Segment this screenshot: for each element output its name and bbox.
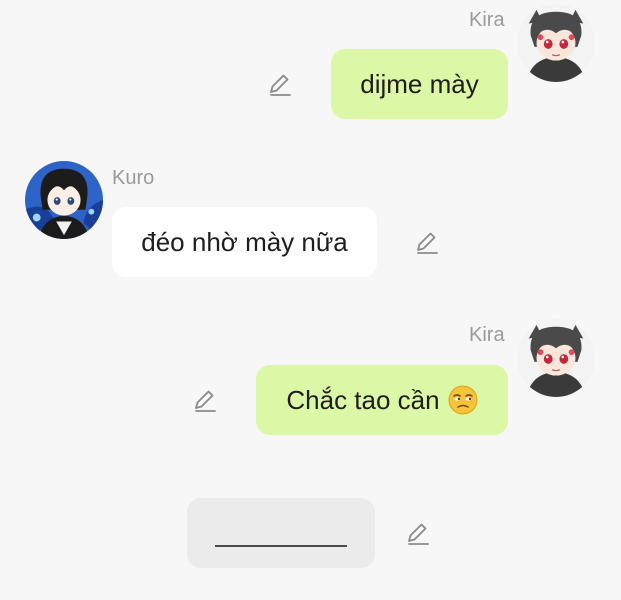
pencil-icon [270, 74, 291, 96]
sender-name: Kira [469, 324, 505, 346]
sender-name: Kira [469, 9, 505, 31]
pencil-icon [408, 523, 429, 545]
message-bubble[interactable]: Chắc tao cần [256, 365, 508, 435]
pencil-icon [417, 232, 438, 254]
kira-avatar[interactable] [517, 319, 595, 397]
message-text: Chắc tao cần [286, 384, 440, 415]
pencil-icon [195, 390, 216, 412]
edit-message-button[interactable] [191, 387, 219, 415]
message-text: đéo nhờ mày nữa [141, 226, 348, 257]
message-bubble[interactable]: đéo nhờ mày nữa [112, 207, 377, 277]
kira-avatar[interactable] [517, 4, 595, 82]
edit-message-button[interactable] [266, 71, 294, 99]
message-input[interactable] [187, 498, 375, 568]
message-bubble[interactable]: dijme mày [331, 49, 508, 119]
edit-message-button[interactable] [404, 520, 432, 548]
input-underline [215, 545, 347, 547]
kuro-avatar[interactable] [25, 161, 103, 239]
sender-name: Kuro [112, 167, 155, 189]
unamused-face-icon [448, 385, 478, 415]
edit-message-button[interactable] [413, 229, 441, 257]
message-text: dijme mày [360, 68, 479, 99]
